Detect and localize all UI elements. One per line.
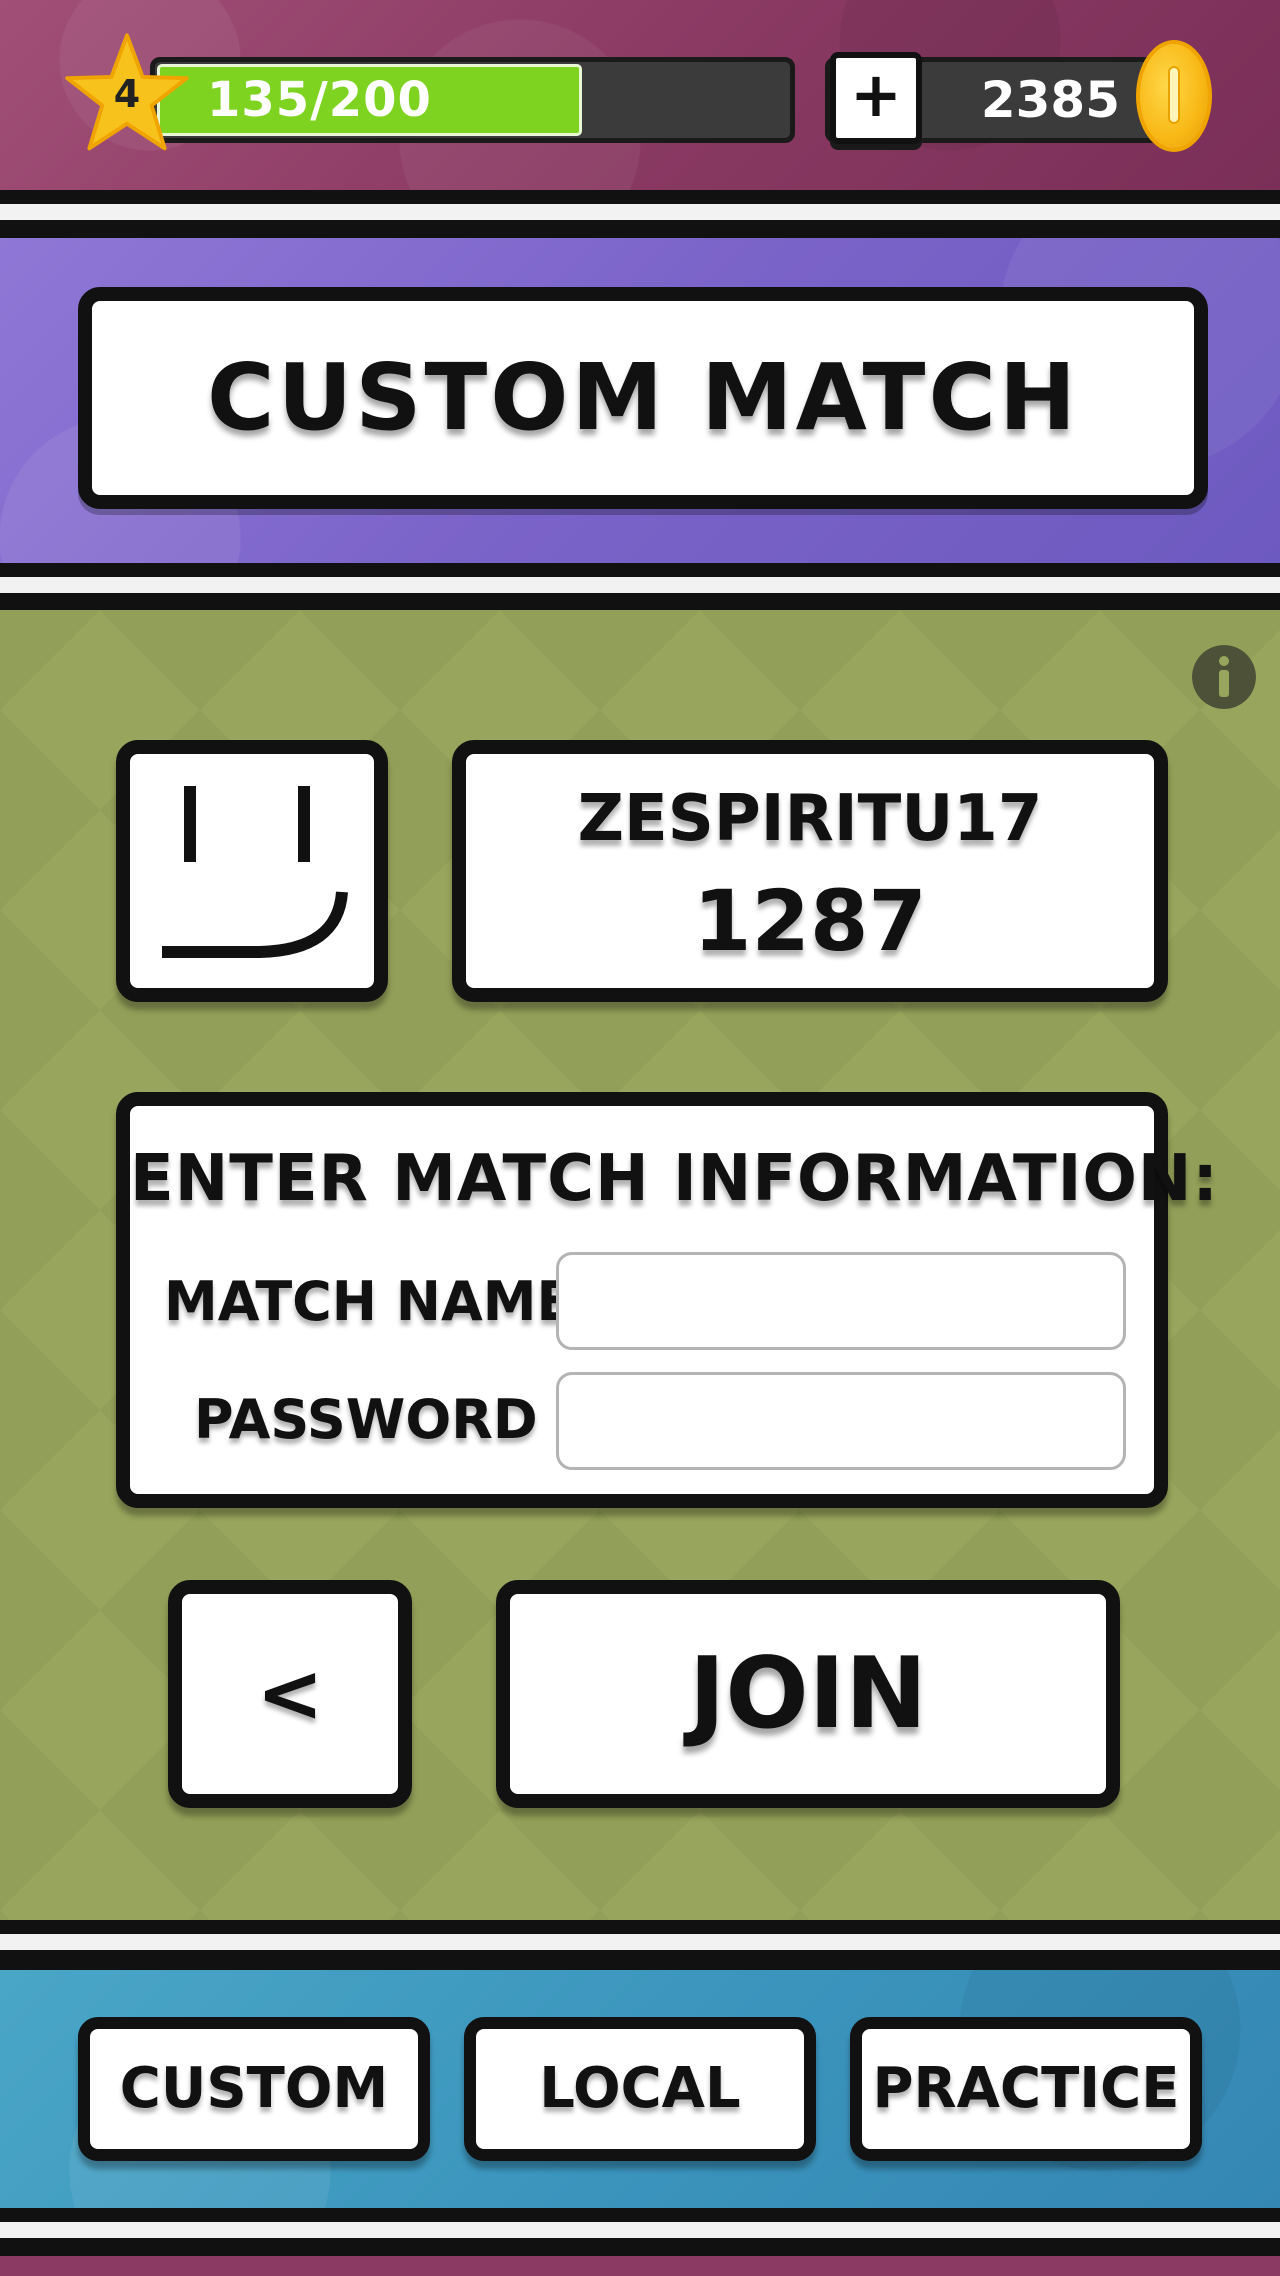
coin-count: 2385 <box>980 71 1120 129</box>
coin-icon-mark <box>1168 66 1180 124</box>
divider <box>0 577 1280 593</box>
info-icon[interactable] <box>1192 645 1256 709</box>
bottom-strip <box>0 2256 1280 2276</box>
join-button-label: JOIN <box>688 1637 928 1751</box>
divider <box>0 563 1280 577</box>
tab-custom-label: CUSTOM <box>119 2056 389 2121</box>
divider <box>0 190 1280 204</box>
player-rating: 1287 <box>693 872 927 970</box>
smiley-face-icon <box>162 786 348 958</box>
back-button-label: < <box>256 1647 324 1740</box>
tab-practice-label: PRACTICE <box>872 2056 1180 2121</box>
divider <box>0 2222 1280 2238</box>
divider <box>0 220 1280 238</box>
xp-text: 135/200 <box>207 72 432 128</box>
match-name-label: MATCH NAME <box>164 1270 574 1333</box>
password-label: PASSWORD <box>194 1388 538 1451</box>
add-coins-button[interactable]: + <box>830 52 922 144</box>
divider <box>0 2238 1280 2256</box>
divider <box>0 204 1280 220</box>
page-title: CUSTOM MATCH <box>207 344 1079 451</box>
tab-local-label: LOCAL <box>539 2056 741 2121</box>
form-heading: ENTER MATCH INFORMATION: <box>130 1142 1219 1216</box>
divider <box>0 2208 1280 2222</box>
divider <box>0 1934 1280 1950</box>
level-number: 4 <box>113 72 141 116</box>
player-username: ZESPIRITU17 <box>577 782 1043 856</box>
divider <box>0 1950 1280 1970</box>
match-name-input[interactable] <box>556 1252 1126 1350</box>
divider <box>0 1920 1280 1934</box>
password-input[interactable] <box>556 1372 1126 1470</box>
divider <box>0 593 1280 610</box>
